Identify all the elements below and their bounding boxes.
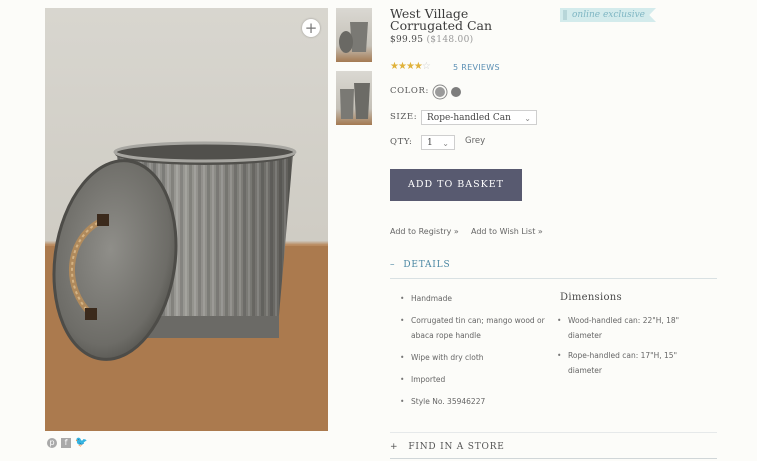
add-to-basket-button[interactable]: ADD TO BASKET (390, 169, 522, 201)
add-to-wishlist-link[interactable]: Add to Wish List » (471, 227, 543, 236)
price: $99.95 ($148.00) (390, 35, 473, 45)
list-item: Wipe with dry cloth (390, 350, 552, 365)
online-exclusive-badge: online exclusive (560, 8, 656, 22)
divider (390, 278, 717, 279)
expand-icon: + (390, 442, 399, 452)
color-swatch-dark[interactable] (451, 87, 461, 97)
star-rating: ★★★★☆ (390, 61, 431, 72)
find-in-store-label: FIND IN A STORE (408, 442, 505, 452)
details-list: Handmade Corrugated tin can; mango wood … (390, 291, 552, 409)
qty-select[interactable]: 1 ⌄ (421, 135, 455, 150)
color-label: COLOR: (390, 86, 429, 96)
reviews-link[interactable]: 5 REVIEWS (453, 63, 500, 72)
selected-color-name: Grey (465, 136, 486, 146)
list-item: Corrugated tin can; mango wood or abaca … (390, 313, 552, 343)
qty-label: QTY: (390, 137, 413, 147)
galvanized-can-illustration (45, 141, 328, 431)
thumbnail-1[interactable] (336, 8, 372, 62)
star-icon: ★ (397, 61, 407, 72)
qty-select-value: 1 (427, 138, 433, 148)
social-share: p f 🐦 (47, 438, 87, 448)
twitter-icon[interactable]: 🐦 (75, 438, 87, 448)
divider (390, 458, 717, 459)
dimensions-list: Wood-handled can: 22"H, 18" diameter Rop… (547, 313, 707, 378)
facebook-icon[interactable]: f (61, 438, 71, 448)
find-in-store-toggle[interactable]: + FIND IN A STORE (390, 442, 505, 452)
thumbnail-can-image (339, 22, 368, 53)
size-select[interactable]: Rope-handled Can ⌄ (421, 110, 537, 125)
product-title: West Village Corrugated Can (390, 6, 493, 33)
divider (390, 432, 717, 433)
sale-price: $99.95 (390, 35, 424, 45)
thumbnail-cans-image (340, 83, 370, 119)
pinterest-icon[interactable]: p (47, 438, 57, 448)
list-item: Handmade (390, 291, 552, 306)
thumbnail-2[interactable] (336, 71, 372, 125)
collapse-icon: – (390, 260, 396, 270)
original-price: ($148.00) (426, 35, 474, 45)
zoom-plus-icon[interactable]: + (302, 19, 320, 37)
add-to-registry-link[interactable]: Add to Registry » (390, 227, 459, 236)
dimensions-heading: Dimensions (560, 292, 622, 303)
size-label: SIZE: (390, 112, 418, 122)
star-icon: ★ (413, 61, 423, 72)
star-empty-icon: ☆ (421, 61, 431, 72)
chevron-down-icon: ⌄ (524, 114, 531, 123)
star-icon: ★ (405, 61, 415, 72)
list-item: Wood-handled can: 22"H, 18" diameter (547, 313, 707, 343)
star-icon: ★ (390, 61, 399, 72)
list-item: Rope-handled can: 17"H, 15" diameter (547, 348, 707, 378)
details-toggle[interactable]: – DETAILS (390, 260, 450, 270)
color-swatch-grey[interactable] (435, 87, 445, 97)
list-item: Style No. 35946227 (390, 394, 552, 409)
chevron-down-icon: ⌄ (442, 139, 449, 148)
list-item: Imported (390, 372, 552, 387)
details-heading: DETAILS (403, 260, 451, 270)
size-select-value: Rope-handled Can (427, 113, 511, 123)
main-product-image[interactable]: + (45, 8, 328, 431)
